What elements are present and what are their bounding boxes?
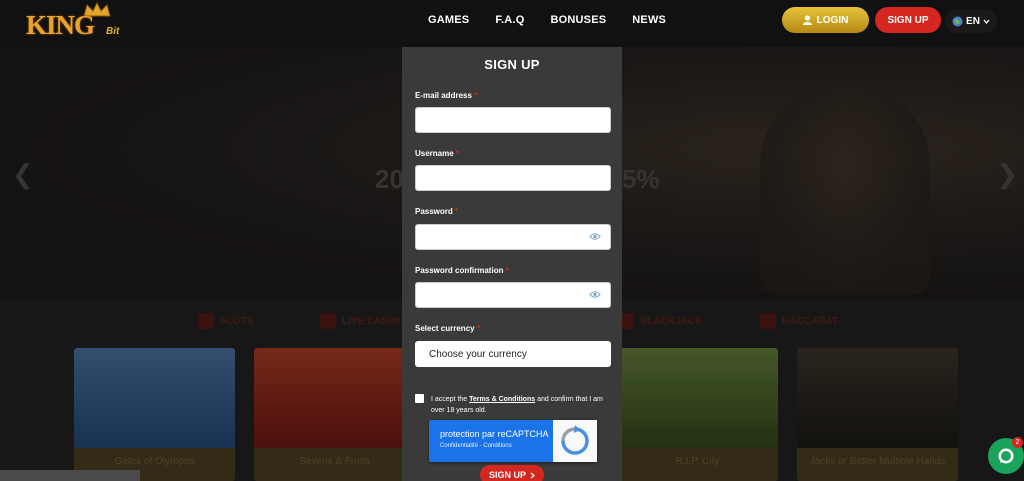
- nav-bonuses[interactable]: BONUSES: [550, 14, 606, 26]
- recaptcha-icon: [561, 425, 589, 455]
- currency-select[interactable]: Choose your currency: [415, 341, 611, 367]
- email-label: E-mail address *: [415, 91, 478, 100]
- top-header: KING Bit GAMES F.A.Q BONUSES NEWS LOGIN …: [0, 0, 1024, 47]
- nav-news[interactable]: NEWS: [632, 14, 666, 26]
- signup-modal: SIGN UP E-mail address * Username * Pass…: [402, 47, 622, 481]
- signup-submit-button[interactable]: SIGN UP: [480, 465, 544, 481]
- nav-games[interactable]: GAMES: [428, 14, 469, 26]
- submit-label: SIGN UP: [488, 470, 526, 480]
- signup-button-header[interactable]: SIGN UP: [875, 7, 941, 33]
- recaptcha-logo: [553, 420, 597, 462]
- terms-text: I accept the Terms & Conditions and conf…: [431, 396, 603, 414]
- main-nav: GAMES F.A.Q BONUSES NEWS: [428, 0, 692, 40]
- password-field[interactable]: [415, 224, 611, 250]
- recaptcha-links[interactable]: Confidentialité - Conditions: [440, 443, 512, 449]
- chat-icon: [998, 448, 1014, 464]
- eye-icon[interactable]: [589, 232, 601, 241]
- browser-status-bar: [0, 470, 140, 481]
- chat-unread-badge: 2: [1012, 437, 1023, 448]
- username-field[interactable]: [415, 165, 611, 191]
- language-selector[interactable]: EN: [945, 9, 997, 33]
- username-label: Username *: [415, 149, 460, 158]
- email-field[interactable]: [415, 107, 611, 133]
- eye-icon[interactable]: [589, 290, 601, 299]
- terms-link[interactable]: Terms & Conditions: [469, 396, 535, 403]
- globe-icon: [952, 16, 963, 26]
- user-icon: [802, 15, 812, 25]
- login-button[interactable]: LOGIN: [782, 7, 869, 33]
- chevron-right-icon: [530, 472, 535, 478]
- logo-text: KING: [26, 10, 95, 40]
- login-label: LOGIN: [816, 14, 849, 26]
- password-confirm-field[interactable]: [415, 282, 611, 308]
- language-code: EN: [966, 15, 980, 27]
- password-label: Password *: [415, 207, 459, 216]
- password-confirm-label: Password confirmation *: [415, 266, 509, 275]
- logo-subtext: Bit: [106, 26, 120, 37]
- currency-label: Select currency *: [415, 324, 480, 333]
- chevron-down-icon: [983, 19, 990, 24]
- recaptcha-badge[interactable]: protection par reCAPTCHA Confidentialité…: [429, 420, 597, 462]
- kingbit-logo[interactable]: KING Bit: [26, 2, 126, 40]
- terms-checkbox[interactable]: [415, 394, 424, 403]
- modal-title: SIGN UP: [484, 57, 540, 72]
- nav-faq[interactable]: F.A.Q: [495, 14, 524, 26]
- recaptcha-title: protection par reCAPTCHA: [440, 429, 549, 439]
- signup-label-header: SIGN UP: [887, 14, 929, 26]
- live-chat-button[interactable]: 2: [988, 437, 1024, 474]
